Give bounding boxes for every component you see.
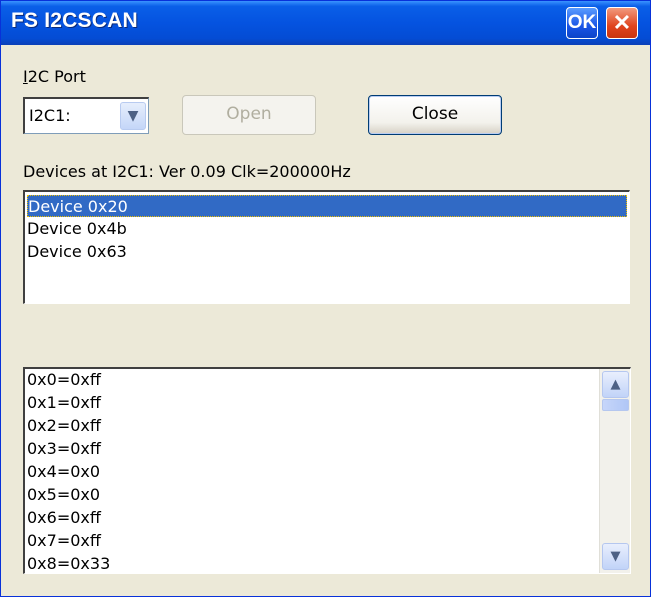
list-item[interactable]: 0x8=0x33 <box>27 553 110 573</box>
window-title: FS I2CSCAN <box>11 9 138 32</box>
title-bar[interactable]: FS I2CSCAN OK ✕ <box>1 1 650 45</box>
list-item[interactable]: Device 0x20 <box>27 195 627 217</box>
app-window: FS I2CSCAN OK ✕ I2C Port I2C1: ▼ Open Cl… <box>0 0 651 597</box>
list-item[interactable]: Device 0x63 <box>27 241 627 263</box>
devices-caption: Devices at I2C1: Ver 0.09 Clk=200000Hz <box>23 162 351 181</box>
close-button[interactable]: Close <box>368 95 502 135</box>
registers-list[interactable]: 0x0=0xff 0x1=0xff 0x2=0xff 0x3=0xff 0x4=… <box>23 367 631 574</box>
list-item[interactable]: 0x2=0xff <box>27 415 101 437</box>
chevron-up-icon[interactable]: ▲ <box>602 371 629 398</box>
list-item[interactable]: 0x5=0x0 <box>27 484 100 506</box>
list-item[interactable]: 0x4=0x0 <box>27 461 100 483</box>
list-item[interactable]: 0x3=0xff <box>27 438 101 460</box>
devices-list[interactable]: Device 0x20 Device 0x4b Device 0x63 <box>23 190 630 304</box>
close-window-button[interactable]: ✕ <box>606 7 638 39</box>
list-item[interactable]: 0x6=0xff <box>27 507 101 529</box>
i2c-port-label: I2C Port <box>23 67 86 86</box>
i2c-port-select[interactable]: I2C1: ▼ <box>23 97 149 134</box>
scroll-thumb[interactable] <box>602 399 629 411</box>
list-item[interactable]: 0x0=0xff <box>27 369 101 391</box>
ok-button[interactable]: OK <box>566 7 598 39</box>
list-item[interactable]: 0x1=0xff <box>27 392 101 414</box>
i2c-port-value: I2C1: <box>29 106 71 125</box>
open-button[interactable]: Open <box>182 95 316 135</box>
list-item[interactable]: Device 0x4b <box>27 218 627 240</box>
vertical-scrollbar[interactable]: ▲ ▼ <box>599 369 630 573</box>
chevron-down-icon[interactable]: ▼ <box>120 102 146 130</box>
chevron-down-icon[interactable]: ▼ <box>602 543 629 570</box>
list-item[interactable]: 0x7=0xff <box>27 530 101 552</box>
